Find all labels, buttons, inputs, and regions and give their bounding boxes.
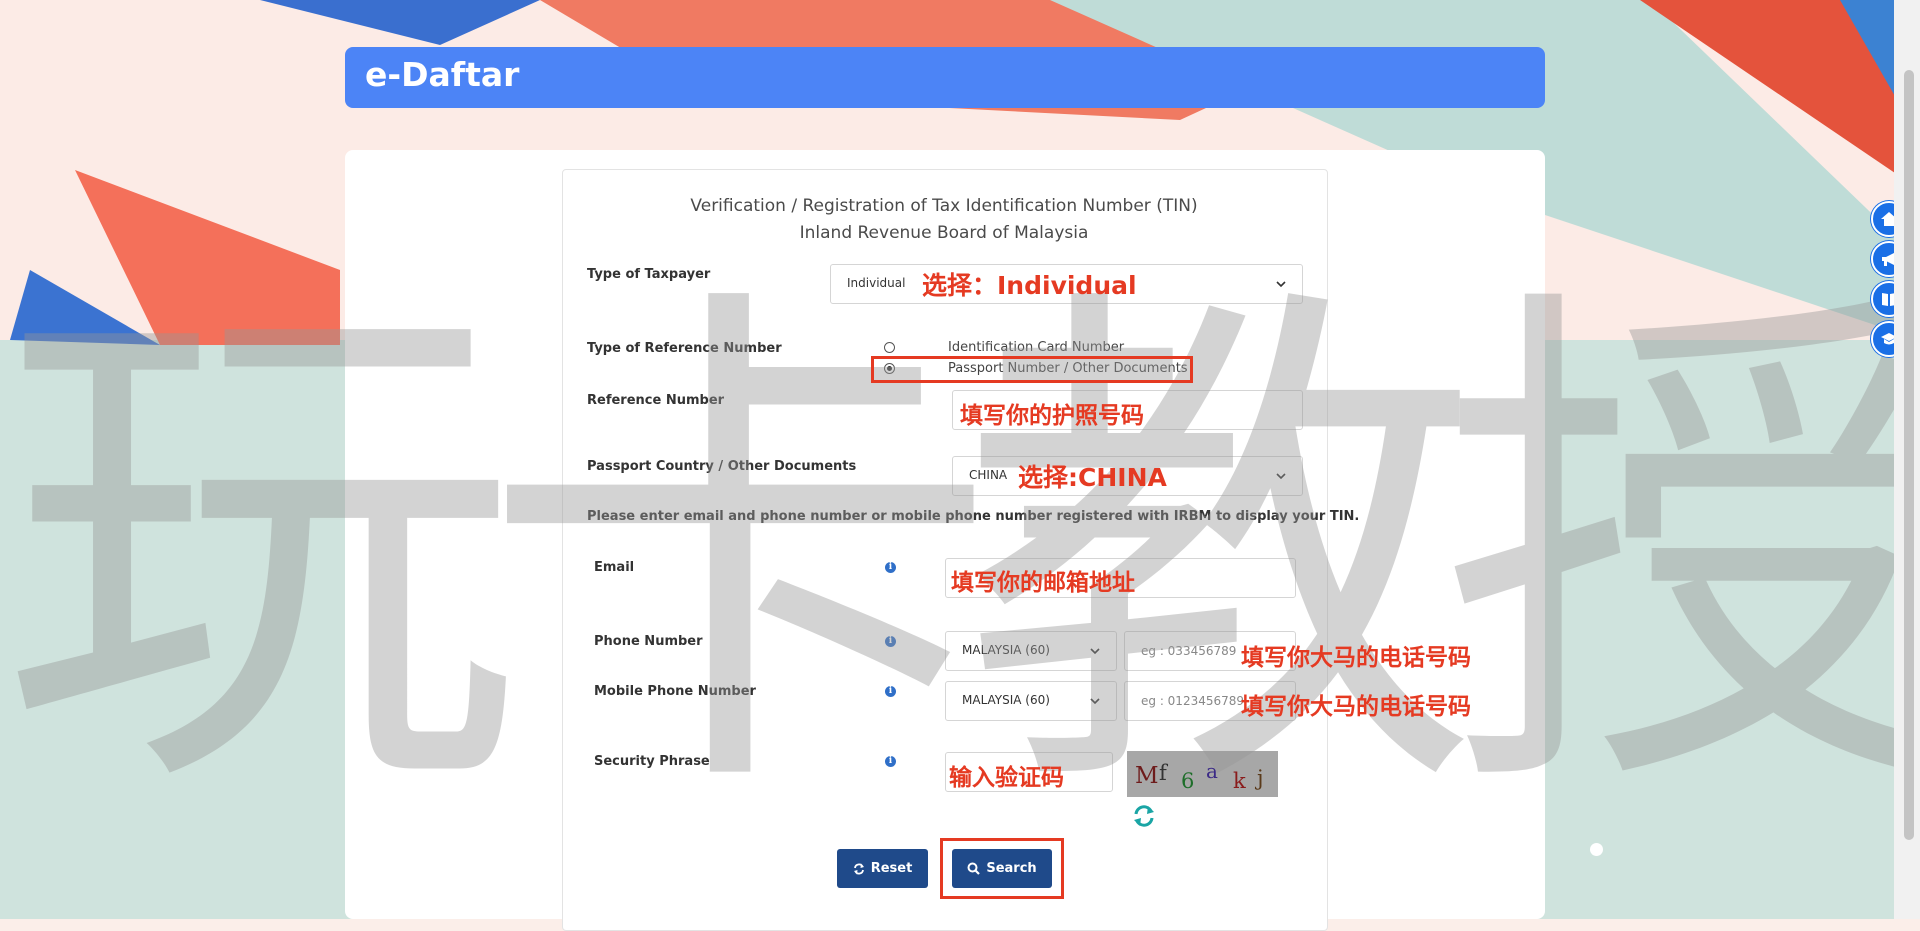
annotation-phone: 填写你大马的电话号码 bbox=[1241, 645, 1471, 671]
reference-type-label: Type of Reference Number bbox=[587, 341, 782, 356]
info-icon[interactable]: i bbox=[885, 686, 896, 697]
scrollbar-thumb[interactable] bbox=[1904, 70, 1914, 840]
contact-notice: Please enter email and phone number or m… bbox=[587, 509, 1360, 524]
mobile-country-select[interactable]: MALAYSIA (60) bbox=[945, 681, 1117, 721]
highlight-search-button bbox=[940, 838, 1064, 899]
phone-country-value: MALAYSIA (60) bbox=[962, 643, 1050, 657]
refresh-captcha-icon[interactable] bbox=[1131, 803, 1157, 829]
passport-country-label: Passport Country / Other Documents bbox=[587, 459, 857, 474]
mobile-placeholder: eg : 0123456789 bbox=[1141, 694, 1245, 708]
chevron-down-icon bbox=[1276, 473, 1286, 480]
annotation-captcha: 输入验证码 bbox=[949, 765, 1064, 791]
radio-ic-number[interactable] bbox=[884, 342, 895, 353]
security-phrase-label: Security Phrase bbox=[594, 754, 710, 769]
highlight-passport-option bbox=[871, 356, 1193, 383]
email-label: Email bbox=[594, 560, 635, 575]
taxpayer-type-label: Type of Taxpayer bbox=[587, 267, 711, 282]
decorative-dot bbox=[1590, 843, 1603, 856]
reference-number-label: Reference Number bbox=[587, 393, 725, 408]
phone-placeholder: eg : 033456789 bbox=[1141, 644, 1237, 658]
annotation-passport: 填写你的护照号码 bbox=[960, 403, 1144, 429]
chevron-down-icon bbox=[1090, 698, 1100, 705]
captcha-image: M f 6 a k j bbox=[1127, 751, 1278, 797]
annotation-email: 填写你的邮箱地址 bbox=[951, 570, 1135, 596]
phone-label: Phone Number bbox=[594, 634, 703, 649]
phone-country-select[interactable]: MALAYSIA (60) bbox=[945, 631, 1117, 671]
annotation-mobile: 填写你大马的电话号码 bbox=[1241, 694, 1471, 720]
info-icon[interactable]: i bbox=[885, 562, 896, 573]
mobile-label: Mobile Phone Number bbox=[594, 684, 756, 699]
chevron-down-icon bbox=[1276, 281, 1286, 288]
taxpayer-type-value: Individual bbox=[847, 276, 906, 290]
info-icon[interactable]: i bbox=[885, 636, 896, 647]
mobile-country-value: MALAYSIA (60) bbox=[962, 693, 1050, 707]
form-title: Verification / Registration of Tax Ident… bbox=[690, 196, 1198, 216]
refresh-icon bbox=[853, 863, 864, 874]
chevron-down-icon bbox=[1090, 648, 1100, 655]
info-icon[interactable]: i bbox=[885, 756, 896, 767]
page-scrollbar[interactable] bbox=[1894, 0, 1920, 919]
reset-button[interactable]: Reset bbox=[837, 849, 928, 888]
reset-button-label: Reset bbox=[870, 861, 913, 876]
annotation-country: 选择:CHINA bbox=[1018, 463, 1167, 492]
annotation-taxpayer: 选择：Individual bbox=[922, 271, 1137, 300]
app-header: e-Daftar bbox=[345, 47, 1545, 108]
form-subtitle: Inland Revenue Board of Malaysia bbox=[799, 223, 1089, 243]
radio-ic-number-label: Identification Card Number bbox=[948, 340, 1125, 355]
app-title: e-Daftar bbox=[365, 55, 520, 94]
passport-country-value: CHINA bbox=[969, 468, 1008, 482]
